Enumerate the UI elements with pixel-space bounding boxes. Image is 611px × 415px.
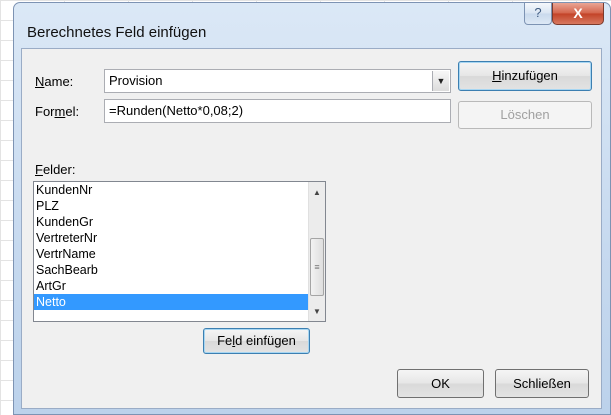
help-icon: ? [534, 5, 542, 20]
list-item[interactable]: ArtGr [34, 278, 308, 294]
list-item[interactable]: VertrName [34, 246, 308, 262]
delete-button[interactable]: Löschen [458, 101, 592, 129]
fields-listbox[interactable]: KundenNr PLZ KundenGr VertreterNr VertrN… [33, 181, 326, 322]
list-item[interactable]: KundenGr [34, 214, 308, 230]
name-combobox[interactable]: Provision ▼ [104, 69, 451, 93]
insert-calculated-field-dialog: Berechnetes Feld einfügen ? X Name: Prov… [13, 2, 611, 415]
fields-label: Felder: [35, 162, 76, 177]
name-label: Name: [35, 74, 74, 89]
insert-field-button[interactable]: Feld einfügen [203, 328, 310, 354]
name-value: Provision [109, 73, 163, 88]
help-button[interactable]: ? [524, 3, 552, 25]
close-icon: X [573, 5, 583, 21]
scroll-up-icon[interactable]: ▲ [309, 184, 325, 201]
formula-input[interactable]: =Runden(Netto*0,08;2) [104, 99, 451, 123]
ok-button[interactable]: OK [397, 369, 484, 398]
scrollbar-thumb[interactable]: ≡ [310, 238, 324, 296]
chevron-down-icon[interactable]: ▼ [432, 71, 449, 91]
list-item[interactable]: PLZ [34, 198, 308, 214]
list-item[interactable]: KundenNr [34, 182, 308, 198]
dialog-title: Berechnetes Feld einfügen [27, 24, 207, 41]
listbox-scrollbar[interactable]: ▲ ≡ ▼ [308, 182, 325, 321]
add-button[interactable]: Hinzufügen [458, 61, 592, 91]
scroll-down-icon[interactable]: ▼ [309, 303, 325, 320]
close-window-button[interactable]: X [552, 3, 604, 25]
list-item[interactable]: VertreterNr [34, 230, 308, 246]
list-item[interactable]: SachBearb [34, 262, 308, 278]
formula-label: Formel: [35, 104, 80, 119]
list-item-selected[interactable]: Netto [34, 294, 308, 310]
close-button[interactable]: Schließen [495, 369, 589, 398]
